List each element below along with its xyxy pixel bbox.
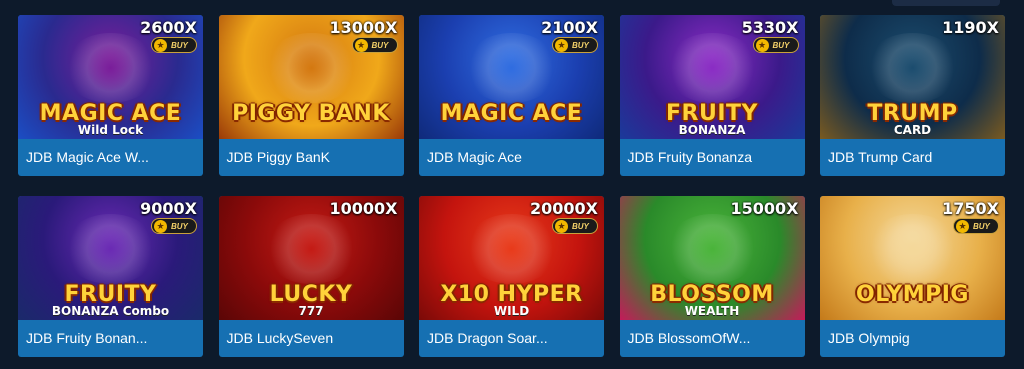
buy-label: BUY <box>572 40 589 50</box>
game-name[interactable]: JDB BlossomOfW... <box>620 320 805 357</box>
buy-label: BUY <box>973 221 990 231</box>
game-card[interactable]: FRUITY BONANZA Combo 9000X ★ BUY JDB Frui… <box>18 196 203 357</box>
game-art-subtitle: BONANZA <box>678 123 746 137</box>
game-name[interactable]: JDB Olympig <box>820 320 1005 357</box>
buy-badge: ★ BUY <box>552 218 598 234</box>
multiplier-badge: 5330X <box>741 18 799 37</box>
game-art-title: TRUMP <box>867 101 958 126</box>
buy-badge: ★ BUY <box>752 37 799 53</box>
game-thumbnail[interactable]: LUCKY 777 10000X <box>218 196 404 320</box>
game-card[interactable]: MAGIC ACE 2100X ★ BUY JDB Magic Ace <box>419 15 604 176</box>
game-art-title: BLOSSOM <box>650 282 774 307</box>
buy-badge: ★ BUY <box>552 37 598 53</box>
buy-label: BUY <box>371 40 389 50</box>
thumbnail-art-glow <box>464 33 559 103</box>
game-art-title: OLYMPIG <box>856 282 969 307</box>
game-art-subtitle: 777 <box>298 304 324 318</box>
game-art-title: MAGIC ACE <box>39 101 182 126</box>
game-name[interactable]: JDB Dragon Soar... <box>419 320 604 357</box>
game-name[interactable]: JDB Magic Ace W... <box>18 139 203 176</box>
thumbnail-art-glow <box>664 214 760 284</box>
thumbnail-art-glow <box>664 33 760 103</box>
game-name[interactable]: JDB Trump Card <box>820 139 1005 176</box>
game-art-subtitle: BONANZA Combo <box>51 304 170 318</box>
game-card[interactable]: FRUITY BONANZA 5330X ★ BUY JDB Fruity Bon… <box>619 15 805 176</box>
game-thumbnail[interactable]: FRUITY BONANZA 5330X ★ BUY <box>619 15 805 139</box>
game-art-title: X10 HYPER <box>440 282 583 307</box>
game-art-title: FRUITY <box>64 282 157 307</box>
game-name[interactable]: JDB LuckySeven <box>219 320 404 357</box>
game-art-title: FRUITY <box>666 101 758 126</box>
game-art-title: LUCKY <box>269 282 353 307</box>
buy-label: BUY <box>171 221 188 231</box>
game-thumbnail[interactable]: OLYMPIG 1750X ★ BUY <box>820 196 1005 320</box>
multiplier-badge: 1190X <box>942 18 999 37</box>
thumbnail-art-glow <box>63 214 158 284</box>
star-icon: ★ <box>755 38 769 52</box>
game-thumbnail[interactable]: MAGIC ACE Wild Lock 2600X ★ BUY <box>18 15 203 139</box>
game-thumbnail[interactable]: TRUMP CARD 1190X <box>820 15 1005 139</box>
game-card[interactable]: X10 HYPER WILD 20000X ★ BUY JDB Dragon So… <box>419 196 604 357</box>
buy-label: BUY <box>171 40 188 50</box>
game-card[interactable]: TRUMP CARD 1190X JDB Trump Card <box>820 15 1005 176</box>
thumbnail-art-glow <box>63 33 158 103</box>
buy-badge: ★ BUY <box>351 37 398 53</box>
game-card[interactable]: PIGGY BANK 13000X ★ BUY JDB Piggy BanK <box>218 15 404 176</box>
multiplier-badge: 10000X <box>329 199 398 218</box>
star-icon: ★ <box>555 219 568 233</box>
game-card[interactable]: MAGIC ACE Wild Lock 2600X ★ BUY JDB Magic… <box>18 15 203 176</box>
multiplier-badge: 2600X <box>140 18 197 37</box>
game-card[interactable]: LUCKY 777 10000X JDB LuckySeven <box>218 196 404 357</box>
star-icon: ★ <box>956 219 969 233</box>
game-grid: MAGIC ACE Wild Lock 2600X ★ BUY JDB Magic… <box>18 15 1005 357</box>
multiplier-badge: 13000X <box>329 18 398 37</box>
multiplier-badge: 15000X <box>730 199 799 218</box>
game-name[interactable]: JDB Fruity Bonan... <box>18 320 203 357</box>
game-name[interactable]: JDB Fruity Bonanza <box>620 139 805 176</box>
game-art-title: MAGIC ACE <box>440 101 583 126</box>
buy-badge: ★ BUY <box>953 218 999 234</box>
multiplier-badge: 9000X <box>140 199 197 218</box>
game-card[interactable]: OLYMPIG 1750X ★ BUY JDB Olympig <box>820 196 1005 357</box>
multiplier-badge: 20000X <box>530 199 598 218</box>
buy-label: BUY <box>772 40 790 50</box>
game-name[interactable]: JDB Magic Ace <box>419 139 604 176</box>
game-art-title: PIGGY BANK <box>232 101 390 126</box>
game-art-subtitle: WEALTH <box>684 304 740 318</box>
game-art-subtitle: CARD <box>893 123 932 137</box>
thumbnail-art-glow <box>464 214 559 284</box>
game-thumbnail[interactable]: PIGGY BANK 13000X ★ BUY <box>218 15 404 139</box>
game-thumbnail[interactable]: MAGIC ACE 2100X ★ BUY <box>419 15 604 139</box>
star-icon: ★ <box>555 38 568 52</box>
top-tab[interactable] <box>892 0 1000 6</box>
multiplier-badge: 2100X <box>541 18 598 37</box>
buy-label: BUY <box>572 221 589 231</box>
game-art-subtitle: WILD <box>493 304 530 318</box>
thumbnail-art-glow <box>865 214 960 284</box>
star-icon: ★ <box>154 219 167 233</box>
thumbnail-art-glow <box>263 214 359 284</box>
buy-badge: ★ BUY <box>151 37 197 53</box>
game-art-subtitle: Wild Lock <box>77 123 144 137</box>
star-icon: ★ <box>154 38 167 52</box>
thumbnail-art-glow <box>865 33 960 103</box>
multiplier-badge: 1750X <box>942 199 999 218</box>
star-icon: ★ <box>354 38 368 52</box>
thumbnail-art-glow <box>263 33 359 103</box>
game-thumbnail[interactable]: FRUITY BONANZA Combo 9000X ★ BUY <box>18 196 203 320</box>
buy-badge: ★ BUY <box>151 218 197 234</box>
game-card[interactable]: BLOSSOM WEALTH 15000X JDB BlossomOfW... <box>619 196 805 357</box>
game-thumbnail[interactable]: BLOSSOM WEALTH 15000X <box>619 196 805 320</box>
game-thumbnail[interactable]: X10 HYPER WILD 20000X ★ BUY <box>419 196 604 320</box>
game-name[interactable]: JDB Piggy BanK <box>219 139 404 176</box>
